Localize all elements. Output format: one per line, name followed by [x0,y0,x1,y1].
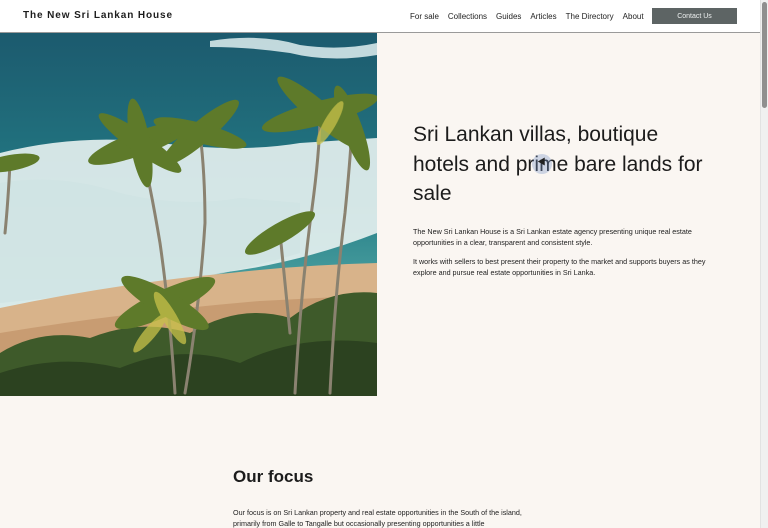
scrollbar-thumb[interactable] [762,2,767,108]
hero-beach-image [0,33,377,396]
nav-guides[interactable]: Guides [496,12,521,21]
focus-section-title: Our focus [233,467,314,486]
site-logo-text[interactable]: The New Sri Lankan House [23,10,173,21]
main-nav: For sale Collections Guides Articles The… [410,12,653,21]
hero-second-paragraph: It works with sellers to best present th… [413,257,706,277]
contact-us-button[interactable]: Contact Us [652,8,737,24]
nav-collections[interactable]: Collections [448,12,487,21]
nav-for-sale[interactable]: For sale [410,12,439,21]
hero-title: Sri Lankan villas, boutique hotels and p… [413,123,703,205]
nav-the-directory[interactable]: The Directory [566,12,614,21]
site-header: The New Sri Lankan House For sale Collec… [0,0,760,33]
beach-palms-illustration [0,33,377,396]
hero-intro-paragraph: The New Sri Lankan House is a Sri Lankan… [413,227,692,247]
nav-about[interactable]: About [623,12,644,21]
nav-articles[interactable]: Articles [530,12,556,21]
focus-paragraph: Our focus is on Sri Lankan property and … [233,508,522,528]
page-scrollbar[interactable] [760,0,768,528]
